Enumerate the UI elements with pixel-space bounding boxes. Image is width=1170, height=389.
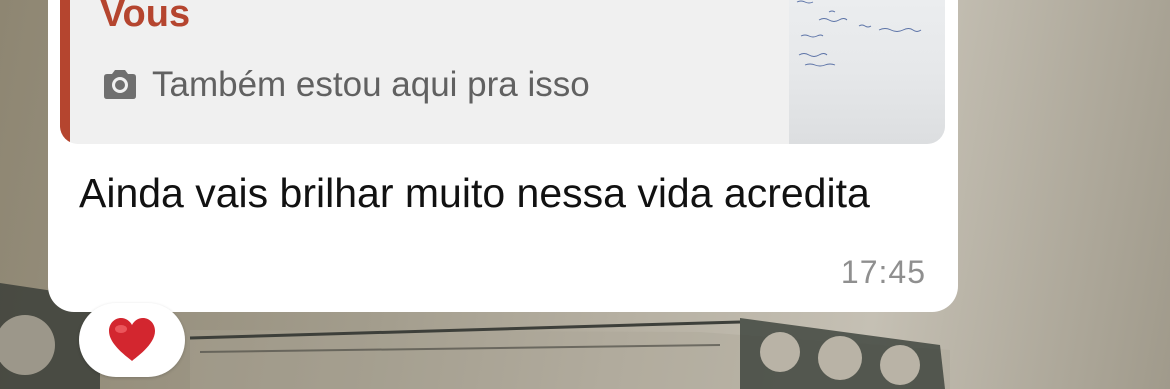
message-bubble[interactable]: Vous Também estou aqui pra isso Ainda va… — [48, 0, 958, 312]
quote-accent-bar — [60, 0, 70, 144]
message-timestamp: 17:45 — [840, 254, 926, 290]
quote-author: Vous — [100, 0, 191, 35]
quoted-message[interactable]: Vous Também estou aqui pra isso — [60, 0, 945, 144]
quote-text: Também estou aqui pra isso — [152, 65, 590, 104]
camera-icon — [104, 70, 136, 99]
message-text: Ainda vais brilhar muito nessa vida acre… — [79, 170, 870, 216]
photo-thumbnail[interactable] — [789, 0, 945, 144]
quote-preview: Também estou aqui pra isso — [100, 61, 590, 109]
reaction-badge[interactable] — [79, 303, 185, 377]
heart-icon — [109, 318, 155, 361]
